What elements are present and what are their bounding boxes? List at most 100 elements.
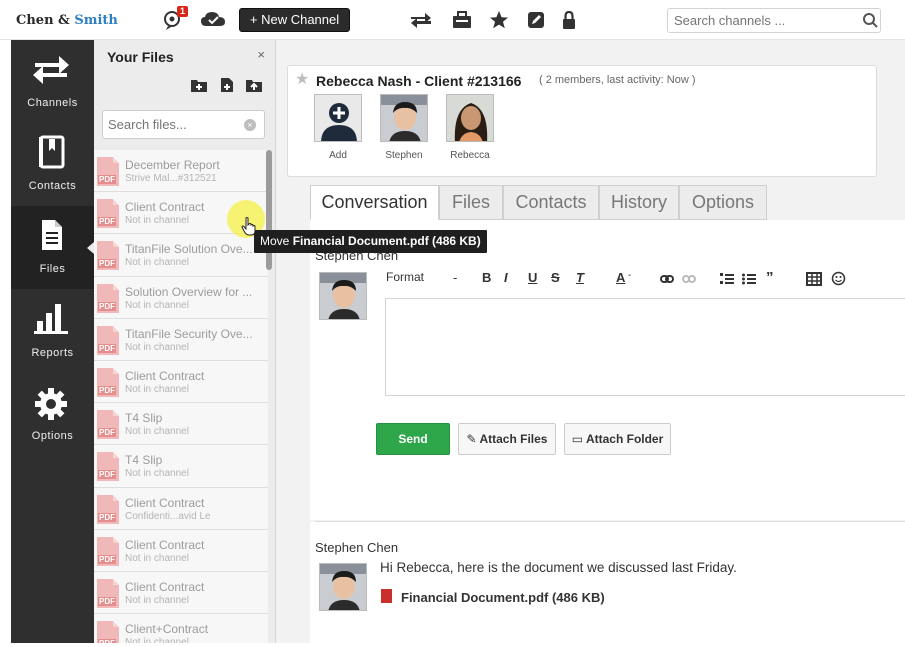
message-editor[interactable] [385, 298, 905, 396]
strikethrough-icon[interactable]: S [551, 270, 560, 285]
bold-icon[interactable]: B [482, 270, 491, 285]
new-folder-icon[interactable] [190, 77, 208, 93]
blockquote-icon[interactable]: ” [766, 269, 774, 286]
briefcase-icon[interactable] [451, 9, 473, 31]
emoji-icon[interactable] [831, 271, 846, 289]
link-icon[interactable] [660, 273, 674, 288]
brand-logo[interactable]: Chen & Smith [16, 13, 118, 28]
edit-icon[interactable] [525, 9, 547, 31]
channel-title: Rebecca Nash - Client #213166 [316, 73, 522, 89]
brand-amp: & [53, 13, 75, 28]
file-status: Not in channel [125, 257, 189, 269]
file-name[interactable]: Client Contract [125, 538, 255, 552]
pdf-file-icon: PDF [97, 536, 119, 566]
file-name[interactable]: Client Contract [125, 369, 255, 383]
list-item[interactable]: PDF Client Contract Confidenti...avid Le [94, 487, 268, 530]
attach-files-label: Attach Files [479, 432, 548, 446]
stephen-avatar-icon [320, 273, 366, 319]
add-member[interactable]: Add [314, 94, 362, 161]
unlink-icon[interactable] [682, 273, 696, 288]
tab-contacts[interactable]: Contacts [503, 185, 599, 220]
files-panel: Your Files × × PDF December ReportStrive … [94, 40, 276, 643]
attach-folder-label: Attach Folder [585, 432, 664, 446]
nav-item-contacts[interactable]: Contacts [11, 123, 94, 206]
search-channels-field[interactable] [667, 8, 881, 33]
file-name[interactable]: TitanFile Solution Ove... [125, 242, 255, 256]
pdf-badge: PDF [98, 512, 116, 522]
search-icon[interactable] [862, 12, 878, 28]
file-name[interactable]: Client Contract [125, 496, 255, 510]
file-name[interactable]: Client+Contract [125, 622, 255, 636]
attach-folder-button[interactable]: ▭ Attach Folder [564, 423, 671, 455]
nav-item-reports[interactable]: Reports [11, 289, 94, 372]
tab-files[interactable]: Files [439, 185, 503, 220]
search-files-field[interactable]: × [102, 110, 265, 139]
pdf-file-icon: PDF [97, 578, 119, 608]
add-member-avatar[interactable] [314, 94, 362, 142]
file-name[interactable]: T4 Slip [125, 411, 255, 425]
clear-format-icon[interactable]: T [576, 270, 584, 285]
tab-options[interactable]: Options [679, 185, 767, 220]
list-item[interactable]: PDF December Report Strive Mal...#312521 [94, 150, 268, 193]
format-dropdown[interactable]: Format [386, 270, 424, 284]
close-icon[interactable]: × [257, 47, 265, 62]
list-item[interactable]: PDF Client Contract Not in channel [94, 571, 268, 615]
cloud-check-icon[interactable] [200, 9, 226, 31]
list-item[interactable]: PDF Client+ContractNot in channel [94, 614, 268, 643]
tooltip-file: Financial Document.pdf (486 KB) [292, 234, 481, 248]
file-status: Not in channel [125, 426, 189, 438]
star-icon[interactable] [488, 9, 510, 31]
brand-smith: Smith [74, 13, 118, 28]
list-item[interactable]: PDF TitanFile Solution Ove... Not in chann… [94, 234, 268, 277]
text-color-icon[interactable]: A [616, 270, 625, 285]
underline-icon[interactable]: U [528, 270, 537, 285]
text-color-caret-icon[interactable]: - [628, 270, 631, 281]
pdf-file-icon [381, 589, 392, 603]
left-navigation: Channels Contacts Files Reports Options [11, 40, 94, 643]
file-status: Not in channel [125, 637, 189, 643]
send-button[interactable]: Send [376, 423, 450, 455]
tab-conversation[interactable]: Conversation [310, 185, 439, 220]
new-file-icon[interactable] [218, 77, 236, 93]
clear-search-icon[interactable]: × [244, 119, 256, 131]
avatar [446, 94, 494, 142]
member-rebecca[interactable]: Rebecca [446, 94, 494, 161]
list-item[interactable]: PDF T4 Slip Not in channel [94, 403, 268, 446]
attach-files-button[interactable]: ✎ Attach Files [458, 423, 556, 455]
search-files-input[interactable] [103, 111, 233, 138]
file-name[interactable]: Solution Overview for ... [125, 285, 255, 299]
file-name[interactable]: TitanFile Security Ove... [125, 327, 255, 341]
list-item[interactable]: PDF Solution Overview for ... Not in chann… [94, 276, 268, 319]
file-status: Not in channel [125, 552, 189, 564]
swap-arrows-icon[interactable] [409, 9, 433, 31]
bullet-list-icon[interactable] [742, 272, 756, 289]
format-dropdown-caret[interactable]: - [453, 270, 457, 285]
lock-icon[interactable] [558, 9, 580, 31]
nav-item-options[interactable]: Options [11, 372, 94, 455]
table-icon[interactable] [806, 272, 822, 289]
italic-icon[interactable]: I [504, 270, 508, 285]
nav-item-files[interactable]: Files [11, 206, 94, 289]
search-channels-input[interactable] [668, 9, 848, 32]
list-item[interactable]: PDF Client Contract Not in channel [94, 529, 268, 572]
nav-label-options: Options [31, 430, 74, 442]
list-item[interactable]: PDF TitanFile Security Ove... Not in chann… [94, 318, 268, 361]
pdf-file-icon: PDF [97, 241, 119, 271]
nav-item-channels[interactable]: Channels [11, 40, 94, 123]
tab-history[interactable]: History [599, 185, 679, 220]
channel-header-card: ★ Rebecca Nash - Client #213166 ( 2 memb… [287, 65, 877, 177]
pdf-file-icon: PDF [97, 494, 119, 524]
member-stephen[interactable]: Stephen [380, 94, 428, 161]
attachment-name[interactable]: Financial Document.pdf (486 KB) [401, 590, 605, 605]
file-name[interactable]: December Report [125, 158, 255, 172]
numbered-list-icon[interactable] [720, 272, 734, 289]
files-panel-title: Your Files [107, 49, 174, 65]
file-name[interactable]: T4 Slip [125, 453, 255, 467]
list-item[interactable]: PDF Client Contract Not in channel [94, 360, 268, 404]
file-name[interactable]: Client Contract [125, 580, 255, 594]
favorite-star-icon[interactable]: ★ [295, 69, 309, 89]
upload-folder-icon[interactable] [245, 77, 263, 93]
notifications-icon[interactable]: 1 [162, 6, 188, 31]
list-item[interactable]: PDF T4 Slip Not in channel [94, 445, 268, 488]
new-channel-button[interactable]: + New Channel [239, 8, 350, 32]
